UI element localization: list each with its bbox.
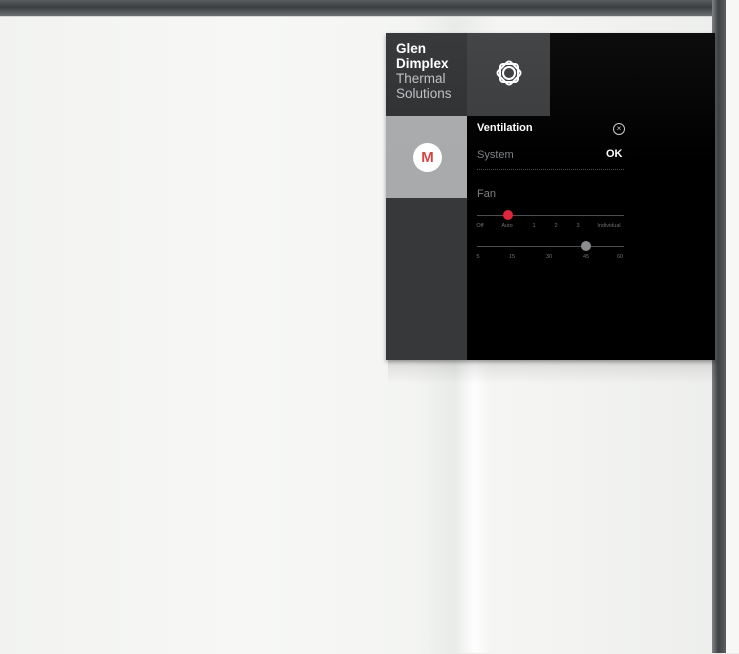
panel-reflection — [455, 360, 495, 653]
fan-mode-slider-knob[interactable] — [503, 210, 513, 220]
fan-label: Fan — [477, 188, 496, 200]
fan-time-option[interactable]: 30 — [546, 254, 552, 260]
background-strip — [726, 0, 739, 653]
fan-mode-option[interactable]: 1 — [532, 223, 535, 229]
appliance-housing: Glen Dimplex Thermal Solutions M Ventila… — [0, 0, 739, 654]
logo-block — [467, 33, 550, 116]
brand-line-2: Dimplex — [396, 56, 449, 71]
brand-line-4: Solutions — [396, 86, 452, 101]
fan-mode-option[interactable]: Auto — [501, 223, 512, 229]
fan-time-option[interactable]: 45 — [583, 254, 589, 260]
fan-mode-option[interactable]: Individual — [597, 223, 620, 229]
fan-time-slider-knob[interactable] — [581, 241, 591, 251]
fan-time-slider-track[interactable] — [477, 246, 624, 247]
fan-time-option[interactable]: 5 — [476, 254, 479, 260]
ventilation-title: Ventilation — [477, 122, 533, 134]
mode-icon: M — [413, 143, 442, 172]
brand-line-3: Thermal — [396, 71, 446, 86]
celtic-knot-icon — [496, 60, 522, 86]
mode-button[interactable]: M — [386, 116, 467, 198]
system-label: System — [477, 149, 514, 161]
fan-time-option[interactable]: 15 — [509, 254, 515, 260]
fan-mode-option[interactable]: 2 — [554, 223, 557, 229]
system-status-value: OK — [606, 148, 623, 160]
control-unit-shadow — [388, 360, 718, 384]
fan-mode-slider-track[interactable] — [477, 215, 624, 216]
separator — [477, 169, 624, 170]
brand-block: Glen Dimplex Thermal Solutions — [386, 33, 467, 116]
fan-mode-option[interactable]: Off — [476, 223, 483, 229]
control-unit: Glen Dimplex Thermal Solutions M Ventila… — [386, 33, 715, 360]
brand-line-1: Glen — [396, 41, 427, 56]
fan-time-option[interactable]: 60 — [617, 254, 623, 260]
brand-logo-text: Glen Dimplex Thermal Solutions — [396, 41, 452, 101]
frame-top-edge — [0, 0, 726, 16]
close-circle-icon[interactable]: × — [613, 123, 625, 135]
fan-mode-option[interactable]: 3 — [576, 223, 579, 229]
